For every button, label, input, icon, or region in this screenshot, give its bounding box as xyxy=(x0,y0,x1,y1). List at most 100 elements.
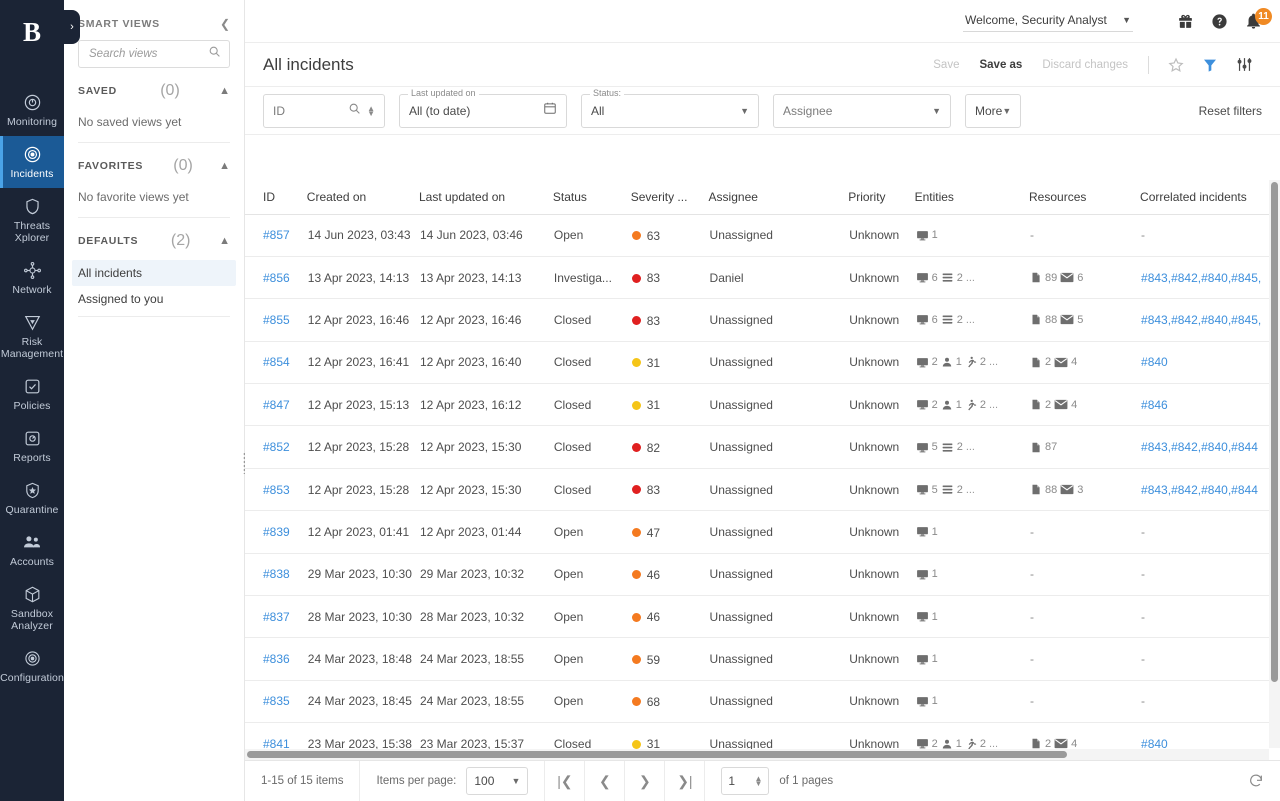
entities-chip[interactable]: 2 xyxy=(941,271,963,284)
nav-expand-toggle[interactable]: › xyxy=(64,10,80,44)
resources-chip[interactable]: 88 xyxy=(1030,313,1057,326)
overflow-ellipsis[interactable]: ... xyxy=(966,272,975,284)
overflow-ellipsis[interactable]: ... xyxy=(966,484,975,496)
search-views-field[interactable] xyxy=(78,40,230,68)
incident-id-link[interactable]: #856 xyxy=(263,271,290,285)
resources-chip[interactable]: 88 xyxy=(1030,483,1057,496)
table-row[interactable]: #839 12 Apr 2023, 01:41 12 Apr 2023, 01:44… xyxy=(245,510,1280,554)
prev-page-icon[interactable]: ❮ xyxy=(585,760,626,801)
star-icon[interactable] xyxy=(1159,57,1193,73)
column-header-status[interactable]: Status xyxy=(552,180,631,215)
correlated-incident-link[interactable]: #844 xyxy=(1231,483,1258,497)
incident-id-link[interactable]: #852 xyxy=(263,440,290,454)
column-header-created-on[interactable]: Created on xyxy=(306,180,419,215)
refresh-icon[interactable] xyxy=(1248,773,1264,789)
entities-chip[interactable]: 2 xyxy=(965,399,986,411)
incident-id-link[interactable]: #837 xyxy=(263,610,290,624)
resources-chip[interactable]: 5 xyxy=(1060,314,1083,326)
correlated-incident-link[interactable]: #843 xyxy=(1141,440,1168,454)
incident-id-link[interactable]: #857 xyxy=(263,228,290,242)
column-header-severity[interactable]: Severity ... xyxy=(630,180,709,215)
status-filter-field[interactable]: Status: All ▼ xyxy=(581,87,759,128)
items-per-page-select[interactable]: 100 ▼ xyxy=(466,767,529,795)
incident-id-link[interactable]: #839 xyxy=(263,525,290,539)
incident-id-link[interactable]: #853 xyxy=(263,483,290,497)
save-as-button[interactable]: Save as xyxy=(969,59,1032,71)
horizontal-scrollbar[interactable] xyxy=(245,749,1269,760)
more-filters-button[interactable]: More ▼ xyxy=(965,93,1021,128)
sidebar-item-network[interactable]: Network xyxy=(0,252,64,304)
correlated-incident-link[interactable]: #843 xyxy=(1141,271,1168,285)
column-header-correlated-incidents[interactable]: Correlated incidents xyxy=(1140,180,1280,215)
entities-chip[interactable]: 2 xyxy=(916,356,938,369)
entities-chip[interactable]: 2 xyxy=(941,313,963,326)
calendar-icon[interactable] xyxy=(543,101,557,120)
smart-view-item-all-incidents[interactable]: All incidents xyxy=(72,260,236,286)
correlated-incident-link[interactable]: #840 xyxy=(1201,440,1228,454)
resources-chip[interactable]: 6 xyxy=(1060,272,1083,284)
chevron-left-icon[interactable]: ❮ xyxy=(220,18,230,30)
save-button[interactable]: Save xyxy=(923,59,969,71)
incident-id-link[interactable]: #838 xyxy=(263,567,290,581)
stepper-icon[interactable]: ▲ ▼ xyxy=(754,775,762,788)
id-filter-field[interactable]: ID ▲ ▼ xyxy=(263,93,385,128)
resources-chip[interactable]: 3 xyxy=(1060,484,1083,496)
sidebar-item-risk-management[interactable]: Risk Management xyxy=(0,304,64,368)
table-row[interactable]: #857 14 Jun 2023, 03:43 14 Jun 2023, 03:46… xyxy=(245,214,1280,257)
section-header[interactable]: FAVORITES (0) ▲ xyxy=(78,157,230,181)
horizontal-scrollbar-thumb[interactable] xyxy=(247,751,1067,758)
overflow-ellipsis[interactable]: ... xyxy=(989,399,998,411)
sidebar-item-configuration[interactable]: Configuration xyxy=(0,640,64,692)
entities-chip[interactable]: 1 xyxy=(916,568,938,581)
first-page-icon[interactable]: |❮ xyxy=(545,760,586,801)
sidebar-item-accounts[interactable]: Accounts xyxy=(0,524,64,576)
entities-chip[interactable]: 1 xyxy=(941,356,962,368)
overflow-ellipsis[interactable]: ... xyxy=(966,441,975,453)
resources-chip[interactable]: 2 xyxy=(1030,356,1051,369)
resources-chip[interactable]: 89 xyxy=(1030,271,1057,284)
filter-icon[interactable] xyxy=(1193,57,1227,73)
entities-chip[interactable]: 1 xyxy=(916,525,938,538)
search-icon[interactable] xyxy=(348,102,361,120)
correlated-incident-link[interactable]: #840 xyxy=(1201,483,1228,497)
correlated-incident-link[interactable]: #843 xyxy=(1141,313,1168,327)
notifications-icon[interactable]: 11 xyxy=(1245,7,1272,30)
next-page-icon[interactable]: ❯ xyxy=(625,760,666,801)
column-header-assignee[interactable]: Assignee xyxy=(708,180,849,215)
entities-chip[interactable]: 1 xyxy=(916,610,938,623)
table-row[interactable]: #847 12 Apr 2023, 15:13 12 Apr 2023, 16:12… xyxy=(245,383,1280,427)
entities-chip[interactable]: 2 xyxy=(916,398,938,411)
help-icon[interactable] xyxy=(1211,13,1228,30)
search-views-input[interactable] xyxy=(87,47,208,61)
resources-chip[interactable]: 4 xyxy=(1054,399,1077,411)
correlated-incident-link[interactable]: #845 xyxy=(1231,313,1258,327)
correlated-incident-link[interactable]: #840 xyxy=(1141,355,1168,369)
section-header[interactable]: SAVED (0) ▲ xyxy=(78,82,230,106)
vertical-scrollbar[interactable] xyxy=(1269,180,1280,748)
smart-view-item-assigned-to-you[interactable]: Assigned to you xyxy=(72,286,236,312)
entities-chip[interactable]: 1 xyxy=(916,229,938,242)
page-number-input[interactable]: 1 ▲ ▼ xyxy=(721,767,770,795)
correlated-incident-link[interactable]: #843 xyxy=(1141,483,1168,497)
correlated-incident-link[interactable]: #842 xyxy=(1171,440,1198,454)
vertical-scrollbar-thumb[interactable] xyxy=(1271,182,1278,682)
sidebar-item-quarantine[interactable]: Quarantine xyxy=(0,472,64,524)
incident-id-link[interactable]: #855 xyxy=(263,313,290,327)
table-row[interactable]: #856 13 Apr 2023, 14:13 13 Apr 2023, 14:13… xyxy=(245,256,1280,300)
incident-id-link[interactable]: #836 xyxy=(263,652,290,666)
table-row[interactable]: #854 12 Apr 2023, 16:41 12 Apr 2023, 16:40… xyxy=(245,341,1280,385)
incident-id-link[interactable]: #854 xyxy=(263,355,290,369)
resources-chip[interactable]: 4 xyxy=(1054,356,1077,368)
sidebar-item-sandbox-analyzer[interactable]: Sandbox Analyzer xyxy=(0,576,64,640)
overflow-ellipsis[interactable]: ... xyxy=(966,314,975,326)
entities-chip[interactable]: 2 xyxy=(965,356,986,368)
entities-chip[interactable]: 1 xyxy=(941,399,962,411)
correlated-incident-link[interactable]: #842 xyxy=(1171,483,1198,497)
sidebar-item-reports[interactable]: Reports xyxy=(0,420,64,472)
sidebar-item-threats-xplorer[interactable]: Threats Xplorer xyxy=(0,188,64,252)
entities-chip[interactable]: 6 xyxy=(916,313,938,326)
entities-chip[interactable]: 2 xyxy=(941,483,963,496)
resources-chip[interactable]: 87 xyxy=(1030,441,1057,454)
gift-icon[interactable] xyxy=(1177,13,1194,30)
overflow-ellipsis[interactable]: ... xyxy=(989,356,998,368)
